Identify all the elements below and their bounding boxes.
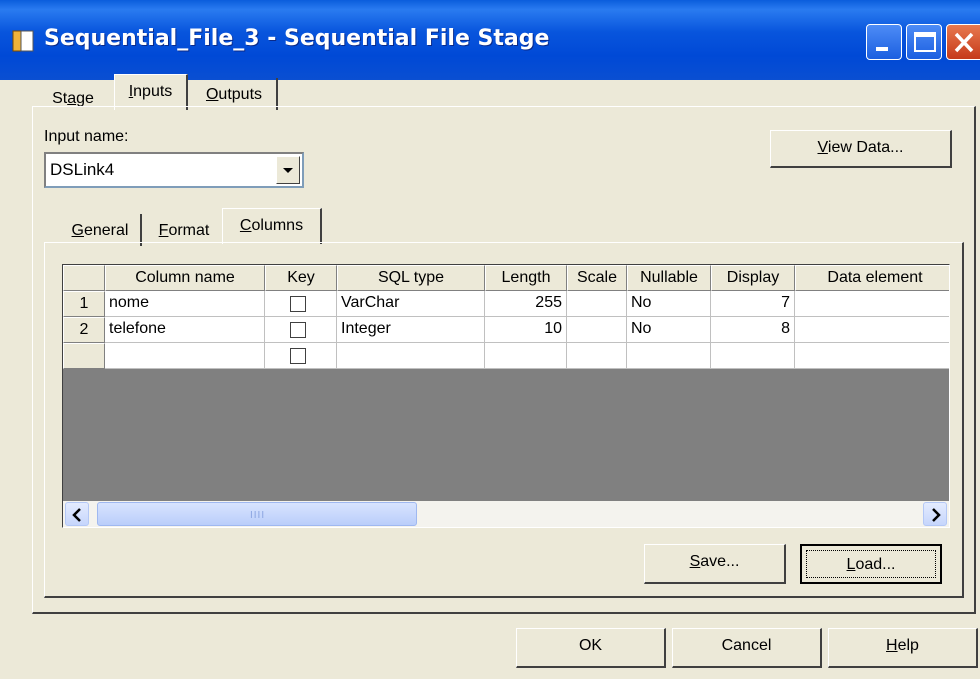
grid-header: Column name Key SQL type Length Scale Nu… [63, 265, 949, 291]
tab-inputs[interactable]: Inputs [114, 74, 188, 110]
header-display[interactable]: Display [711, 265, 795, 291]
cancel-label: Cancel [721, 637, 772, 654]
scroll-thumb[interactable]: IIII [97, 502, 417, 526]
cell-column-name[interactable]: telefone [105, 317, 265, 343]
tab-outputs-label: Outputs [205, 86, 263, 103]
header-length[interactable]: Length [485, 265, 567, 291]
cancel-button[interactable]: Cancel [672, 628, 822, 668]
minimize-icon [876, 47, 888, 51]
input-name-select[interactable]: DSLink4 [44, 152, 304, 188]
scroll-left-button[interactable] [65, 502, 89, 526]
columns-grid[interactable]: Column name Key SQL type Length Scale Nu… [62, 264, 950, 528]
cell-data-element[interactable] [795, 317, 949, 343]
minimize-button[interactable] [866, 24, 902, 60]
cell-nullable[interactable]: No [627, 317, 711, 343]
row-number[interactable]: 2 [63, 317, 105, 343]
load-button[interactable]: Load... [800, 544, 942, 584]
cell-display[interactable]: 7 [711, 291, 795, 317]
subtab-general-label: General [71, 222, 129, 239]
view-data-label: View Data... [817, 139, 904, 156]
horizontal-scrollbar[interactable]: IIII [63, 501, 949, 527]
ok-button[interactable]: OK [516, 628, 666, 668]
load-label: Load... [846, 556, 896, 573]
close-icon [954, 32, 974, 53]
ok-label: OK [578, 637, 603, 654]
subtab-columns-label: Columns [239, 217, 304, 234]
header-sql-type[interactable]: SQL type [337, 265, 485, 291]
key-checkbox[interactable] [290, 322, 306, 338]
cell-nullable[interactable] [627, 343, 711, 369]
input-name-label: Input name: [44, 128, 129, 145]
tab-inputs-label: Inputs [128, 83, 173, 100]
maximize-button[interactable] [906, 24, 942, 60]
subtab-columns[interactable]: Columns [222, 208, 322, 244]
save-button[interactable]: Save... [644, 544, 786, 584]
maximize-icon [914, 32, 936, 52]
header-column-name[interactable]: Column name [105, 265, 265, 291]
new-row[interactable] [63, 343, 949, 369]
cell-column-name[interactable] [105, 343, 265, 369]
cell-nullable[interactable]: No [627, 291, 711, 317]
chevron-right-icon [932, 508, 941, 522]
view-data-button[interactable]: View Data... [770, 130, 952, 168]
input-name-value: DSLink4 [50, 160, 115, 179]
cell-sql-type[interactable] [337, 343, 485, 369]
help-label: Help [886, 637, 919, 654]
cell-display[interactable] [711, 343, 795, 369]
table-row[interactable]: 2 telefone Integer 10 No 8 [63, 317, 949, 343]
key-checkbox[interactable] [290, 296, 306, 312]
cell-display[interactable]: 8 [711, 317, 795, 343]
cell-key[interactable] [265, 343, 337, 369]
cell-length[interactable]: 10 [485, 317, 567, 343]
row-number[interactable] [63, 343, 105, 369]
close-button[interactable] [946, 24, 980, 60]
cell-sql-type[interactable]: VarChar [337, 291, 485, 317]
header-data-element[interactable]: Data element [795, 265, 949, 291]
header-scale[interactable]: Scale [567, 265, 627, 291]
cell-length[interactable] [485, 343, 567, 369]
header-key[interactable]: Key [265, 265, 337, 291]
help-button[interactable]: Help [828, 628, 978, 668]
cell-data-element[interactable] [795, 291, 949, 317]
subtab-format-label: Format [158, 222, 210, 239]
cell-scale[interactable] [567, 343, 627, 369]
corner-cell [63, 265, 105, 291]
cell-sql-type[interactable]: Integer [337, 317, 485, 343]
dropdown-button[interactable] [276, 156, 300, 184]
cell-key[interactable] [265, 317, 337, 343]
save-label: Save... [689, 553, 740, 570]
row-number[interactable]: 1 [63, 291, 105, 317]
load-focus-ring: Load... [806, 550, 936, 578]
cell-data-element[interactable] [795, 343, 949, 369]
header-nullable[interactable]: Nullable [627, 265, 711, 291]
cell-scale[interactable] [567, 317, 627, 343]
title-bar: Sequential_File_3 - Sequential File Stag… [0, 0, 980, 80]
cell-column-name[interactable]: nome [105, 291, 265, 317]
cell-key[interactable] [265, 291, 337, 317]
cell-scale[interactable] [567, 291, 627, 317]
tab-stage-label: Stage [52, 90, 94, 107]
cell-length[interactable]: 255 [485, 291, 567, 317]
chevron-down-icon [283, 168, 293, 173]
table-row[interactable]: 1 nome VarChar 255 No 7 [63, 291, 949, 317]
window-title: Sequential_File_3 - Sequential File Stag… [44, 26, 550, 51]
key-checkbox[interactable] [290, 348, 306, 364]
chevron-left-icon [72, 508, 81, 522]
stage-icon [12, 30, 34, 52]
scroll-grip: IIII [250, 510, 266, 521]
scroll-right-button[interactable] [923, 502, 947, 526]
